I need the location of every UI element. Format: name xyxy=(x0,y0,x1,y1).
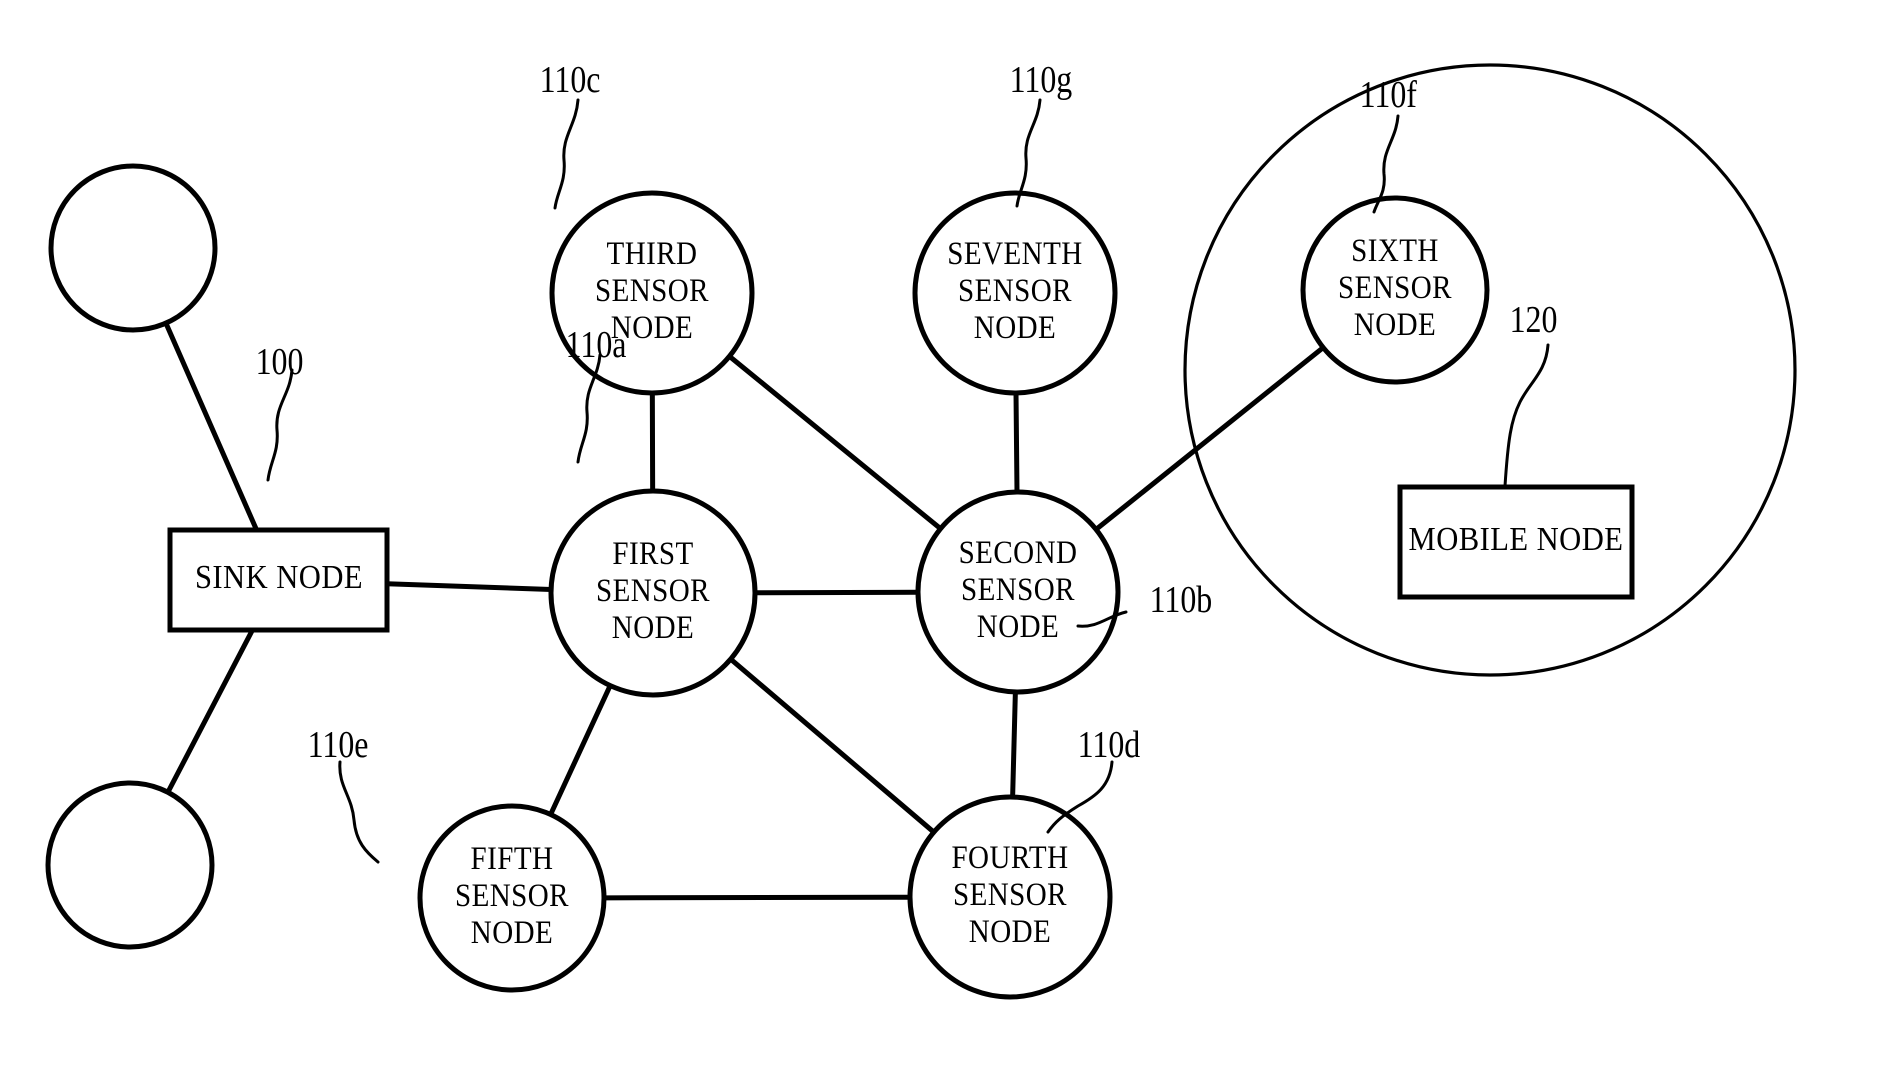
node-second[interactable] xyxy=(915,489,1121,695)
leader-line-120 xyxy=(1503,343,1550,488)
diagram-canvas: SINK NODE 100 FIRST SENSOR NODE 110a SECOND … xyxy=(0,0,1878,1075)
leader-line-110c xyxy=(553,98,580,210)
link-first-fourth xyxy=(728,656,937,835)
node-shape-layer xyxy=(45,163,1635,1000)
node-first[interactable] xyxy=(548,488,758,698)
link-third-second xyxy=(726,353,944,532)
leader-line-100 xyxy=(266,368,294,482)
node-fourth[interactable] xyxy=(907,794,1113,1000)
node-mobile[interactable] xyxy=(1397,484,1635,600)
link-plain-lower-sink xyxy=(165,627,255,795)
link-seventh-second xyxy=(1013,390,1020,495)
node-sixth[interactable] xyxy=(1300,195,1490,385)
leader-line-110g xyxy=(1015,98,1042,208)
link-sink-first xyxy=(384,581,554,592)
diagram-vector-layer xyxy=(45,63,1797,1000)
link-plain-upper-sink xyxy=(163,320,260,533)
node-third[interactable] xyxy=(549,190,755,396)
leader-line-110d xyxy=(1046,760,1114,834)
node-sink[interactable] xyxy=(167,527,390,633)
leader-line-110e xyxy=(338,760,380,864)
plain-lower[interactable] xyxy=(45,780,215,950)
link-second-sixth xyxy=(1093,345,1326,532)
plain-upper[interactable] xyxy=(48,163,218,333)
node-fifth[interactable] xyxy=(417,803,607,993)
link-first-fifth xyxy=(548,683,613,817)
link-second-fourth xyxy=(1010,689,1018,800)
node-seventh[interactable] xyxy=(912,190,1118,396)
link-fifth-fourth xyxy=(601,894,913,901)
